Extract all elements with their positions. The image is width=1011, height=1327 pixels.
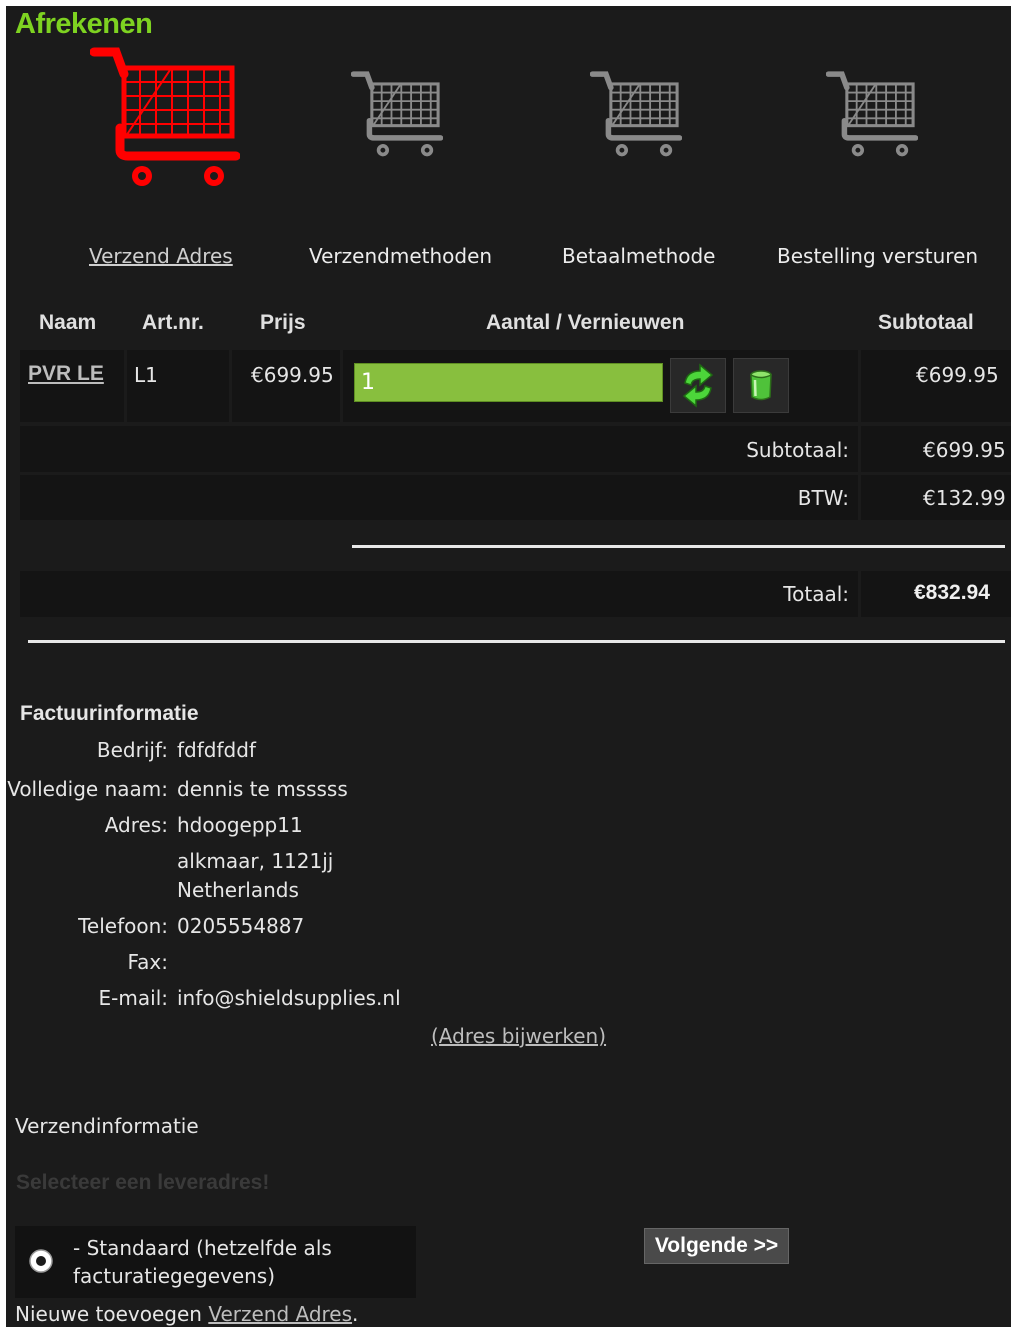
step-shipping-methods: Verzendmethoden [309,244,493,268]
product-subtotal: €699.95 [916,363,999,387]
address-country: Netherlands [177,878,299,902]
next-button[interactable]: Volgende >> [644,1228,789,1264]
add-new-prefix: Nieuwe toevoegen [15,1302,209,1326]
phone-value: 0205554887 [177,914,305,938]
address-line-1: hdoogepp11 [177,813,303,837]
company-label: Bedrijf: [96,738,168,762]
divider [28,640,1005,643]
shipping-option-row[interactable]: - Standaard (hetzelfde als facturatiegeg… [15,1226,416,1298]
checkout-panel: Afrekenen Verzend Adres Verzendmethoden … [6,6,1011,1327]
col-header-price: Prijs [260,311,306,334]
col-header-artnr: Art.nr. [142,311,204,334]
total-value: €832.94 [914,581,990,604]
full-name-value: dennis te msssss [177,777,348,801]
email-value: info@shieldsupplies.nl [177,986,401,1010]
shipping-heading: Verzendinformatie [15,1114,199,1138]
billing-heading: Factuurinformatie [20,702,199,725]
product-name-link[interactable]: PVR LE [28,362,104,386]
update-address-link[interactable]: (Adres bijwerken) [431,1024,606,1048]
total-label: Totaal: [783,582,849,606]
col-header-quantity: Aantal / Vernieuwen [486,311,685,334]
subtotal-value: €699.95 [923,438,1006,462]
shipping-option-label-line1: - Standaard (hetzelfde als [73,1236,332,1260]
divider [352,545,1005,548]
step-payment-method: Betaalmethode [562,244,716,268]
refresh-quantity-button[interactable] [670,358,726,413]
address-line-2: alkmaar, 1121jj [177,849,334,873]
page-title: Afrekenen [15,8,153,40]
quantity-input[interactable]: 1 [354,363,663,402]
product-artnr: L1 [134,363,158,387]
trash-bin-icon [750,370,772,401]
cart-step-3-icon[interactable] [590,68,682,160]
vat-value: €132.99 [923,486,1006,510]
col-header-subtotal: Subtotaal [878,311,974,334]
company-value: fdfdfddf [177,738,256,762]
subtotal-label: Subtotaal: [746,438,849,462]
delete-item-button[interactable] [733,358,789,413]
step-place-order: Bestelling versturen [777,244,979,268]
fax-label: Fax: [127,950,169,974]
address-label: Adres: [104,813,168,837]
email-label: E-mail: [98,986,168,1010]
select-address-prompt: Selecteer een leveradres! [16,1171,270,1194]
add-new-suffix: . [352,1302,359,1326]
col-header-name: Naam [39,311,97,334]
radio-button-selected[interactable] [28,1248,54,1274]
full-name-label: Volledige naam: [7,777,168,801]
refresh-icon [682,363,714,408]
vat-label: BTW: [797,486,849,510]
cart-step-4-icon[interactable] [826,68,918,160]
step-shipping-address-link[interactable]: Verzend Adres [89,244,233,268]
product-price: €699.95 [251,363,334,387]
cart-step-2-icon[interactable] [351,68,443,160]
cart-step-1-active-icon[interactable] [90,44,240,190]
phone-label: Telefoon: [78,914,168,938]
add-shipping-address-link[interactable]: Verzend Adres [208,1302,352,1326]
shipping-option-label-line2: facturatiegegevens) [73,1264,276,1288]
add-new-address-line: Nieuwe toevoegen Verzend Adres. [15,1302,358,1326]
